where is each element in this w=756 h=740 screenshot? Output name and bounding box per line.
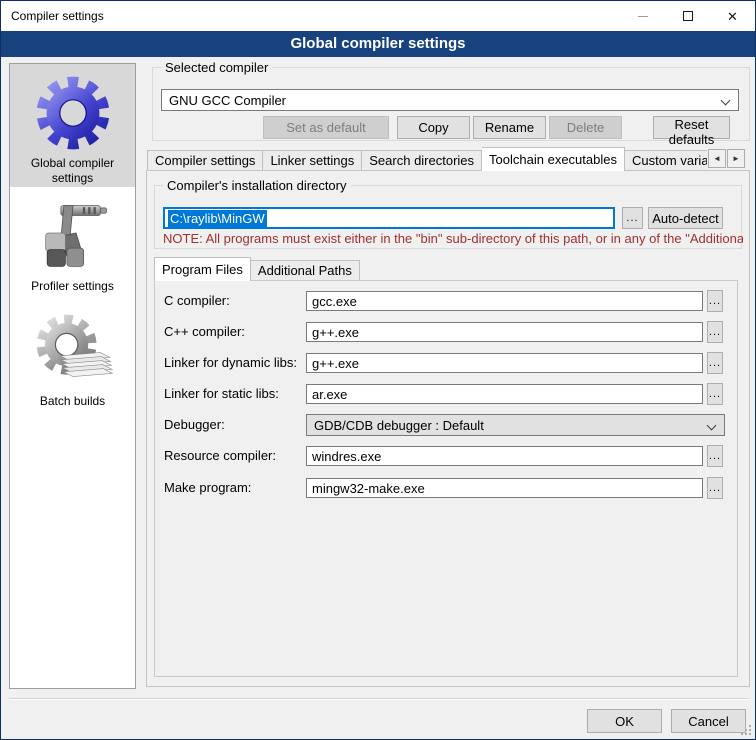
set-as-default-button[interactable]: Set as default [263, 116, 389, 139]
tab-linker-settings[interactable]: Linker settings [263, 150, 362, 171]
tab-additional-paths[interactable]: Additional Paths [251, 260, 360, 281]
field-label: Debugger: [164, 417, 225, 432]
tab-search-directories[interactable]: Search directories [362, 150, 482, 171]
note-text: NOTE: All programs must exist either in … [163, 231, 743, 246]
browse-static-linker-button[interactable]: ... [707, 383, 723, 405]
c-compiler-input[interactable] [306, 291, 703, 311]
make-program-input[interactable] [306, 478, 703, 498]
window-title: Compiler settings [11, 9, 104, 23]
browse-make-program-button[interactable]: ... [707, 477, 723, 499]
scroll-right-icon: ► [732, 154, 740, 163]
rename-button[interactable]: Rename [473, 116, 546, 139]
settings-category-list: Global compiler settings [9, 63, 136, 689]
close-icon: ✕ [727, 10, 738, 23]
installation-directory-group-label: Compiler's installation directory [163, 178, 351, 193]
chevron-down-icon [721, 96, 731, 106]
titlebar[interactable]: Compiler settings ✕ [1, 1, 755, 31]
tab-toolchain-executables[interactable]: Toolchain executables [482, 147, 625, 171]
field-label: Linker for static libs: [164, 386, 279, 401]
gear-stack-icon [10, 308, 135, 394]
field-label: Resource compiler: [164, 448, 276, 463]
resize-grip-icon[interactable] [740, 724, 751, 735]
close-button[interactable]: ✕ [710, 1, 755, 31]
sidebar-item-global-compiler-settings[interactable]: Global compiler settings [10, 64, 135, 187]
tab-scroll-left-button[interactable]: ◄ [708, 149, 726, 168]
sidebar-item-label: Profiler settings [10, 279, 135, 302]
program-tabstrip: Program Files Additional Paths [154, 257, 454, 281]
sidebar-item-batch-builds[interactable]: Batch builds [10, 302, 135, 420]
field-label: Make program: [164, 480, 251, 495]
tab-custom-variables[interactable]: Custom variables [625, 150, 707, 171]
chevron-down-icon [707, 421, 717, 431]
compiler-combobox-value: GNU GCC Compiler [169, 93, 286, 108]
installation-directory-input[interactable]: C:\raylib\MinGW [163, 207, 615, 229]
copy-button[interactable]: Copy [397, 116, 470, 139]
sidebar-item-profiler-settings[interactable]: Profiler settings [10, 187, 135, 302]
compiler-settings-dialog: Compiler settings ✕ Global compiler sett… [0, 0, 756, 740]
resource-compiler-input[interactable] [306, 446, 703, 466]
field-label: Linker for dynamic libs: [164, 355, 297, 370]
scroll-left-icon: ◄ [713, 154, 721, 163]
tab-program-files[interactable]: Program Files [154, 257, 251, 281]
maximize-icon [683, 11, 693, 21]
compiler-combobox[interactable]: GNU GCC Compiler [161, 89, 739, 111]
caliper-icon [10, 193, 135, 279]
main-tabstrip: Compiler settings Linker settings Search… [147, 147, 707, 171]
browse-cpp-compiler-button[interactable]: ... [707, 321, 723, 343]
reset-defaults-button[interactable]: Reset defaults [653, 116, 730, 139]
browse-resource-compiler-button[interactable]: ... [707, 445, 723, 467]
cpp-compiler-input[interactable] [306, 322, 703, 342]
ok-button[interactable]: OK [587, 709, 662, 733]
dynamic-linker-input[interactable] [306, 353, 703, 373]
delete-button[interactable]: Delete [549, 116, 622, 139]
sidebar-item-label: Batch builds [10, 394, 135, 417]
debugger-select[interactable]: GDB/CDB debugger : Default [306, 414, 725, 436]
debugger-select-value: GDB/CDB debugger : Default [314, 418, 484, 433]
browse-c-compiler-button[interactable]: ... [707, 290, 723, 312]
auto-detect-button[interactable]: Auto-detect [648, 207, 723, 229]
footer-divider [9, 698, 749, 700]
minimize-button[interactable] [620, 1, 665, 31]
blue-gear-icon [10, 70, 135, 156]
maximize-button[interactable] [665, 1, 710, 31]
installation-directory-value: C:\raylib\MinGW [168, 210, 267, 227]
window-controls: ✕ [620, 1, 755, 31]
browse-dynamic-linker-button[interactable]: ... [707, 352, 723, 374]
static-linker-input[interactable] [306, 384, 703, 404]
page-title: Global compiler settings [1, 31, 755, 57]
tab-compiler-settings[interactable]: Compiler settings [147, 150, 263, 171]
field-label: C++ compiler: [164, 324, 245, 339]
browse-directory-button[interactable]: ... [622, 207, 643, 229]
field-label: C compiler: [164, 293, 230, 308]
selected-compiler-group-label: Selected compiler [161, 60, 272, 75]
minimize-icon [638, 16, 648, 17]
tab-scroll-right-button[interactable]: ► [727, 149, 745, 168]
cancel-button[interactable]: Cancel [671, 709, 746, 733]
